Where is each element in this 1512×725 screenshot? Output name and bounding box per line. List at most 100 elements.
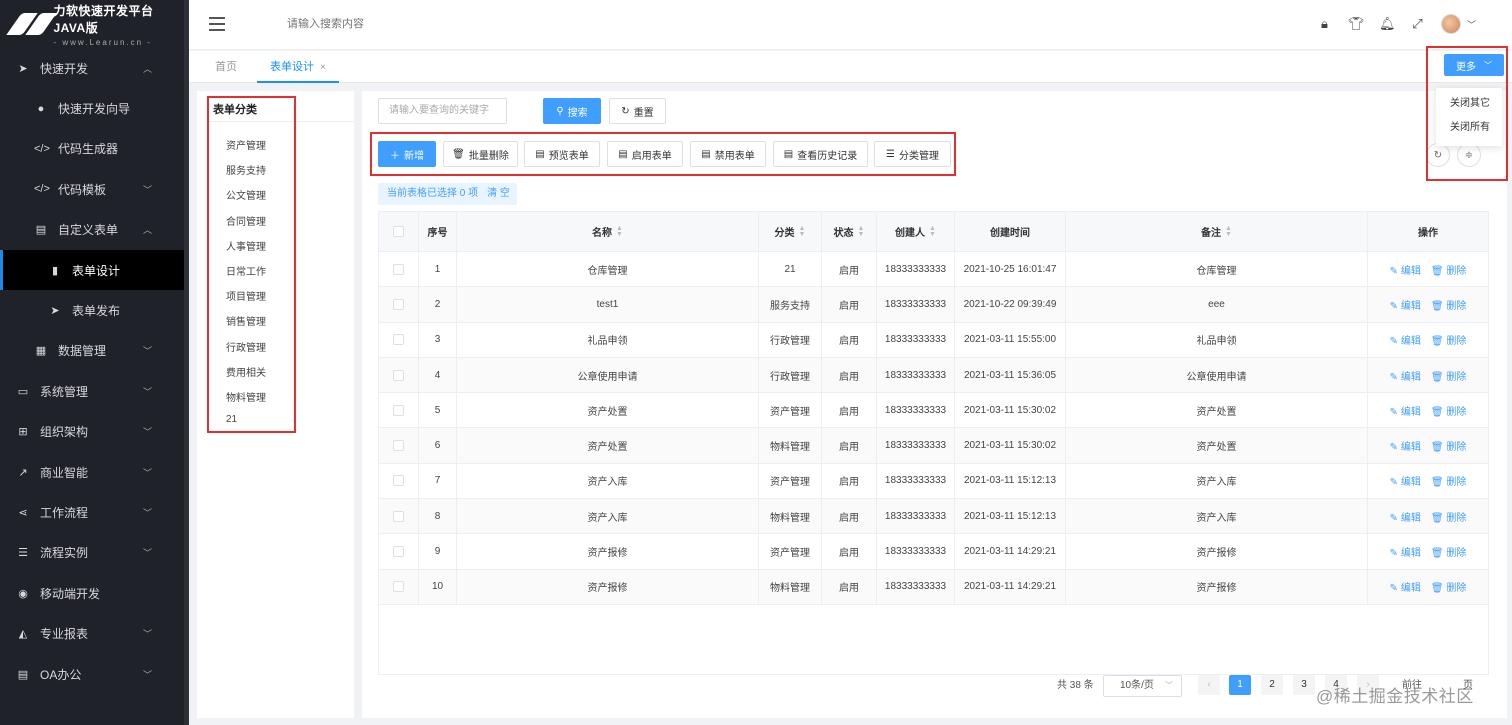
page-number-button[interactable]: 3 [1293,675,1315,695]
shirt-icon[interactable]: 👕︎ [1348,16,1365,32]
category-highlight-box [207,96,296,433]
close-others-item[interactable]: 关闭其它 [1436,92,1502,116]
sidebar-item[interactable]: ➤ 表单发布 [0,290,184,330]
keyword-input[interactable]: 请输入要查询的关键字 [378,98,507,124]
table-row[interactable]: 2 test1 服务支持 启用 18333333333 2021-10-22 09:39:… [379,287,1488,323]
row-checkbox[interactable] [393,298,404,310]
row-checkbox[interactable] [393,475,404,487]
sidebar-item[interactable]: ▤ OA办公 ﹀ [0,654,184,694]
header-created-time: 创建时间 [955,212,1066,251]
table-row[interactable]: 7 资产入库 资产管理 启用 18333333333 2021-03-11 15:12:1… [379,463,1488,500]
table-row[interactable]: 1 仓库管理 21 启用 18333333333 2021-10-25 16:01:47 仓… [379,252,1488,288]
table-row[interactable]: 3 礼品申领 行政管理 启用 18333333333 2021-03-11 15:55:0… [379,322,1488,358]
tab-form-design[interactable]: 表单设计 × [257,51,339,83]
batch-delete-button[interactable]: 🗑︎ 批量删除 [443,141,518,167]
delete-button[interactable]: 🗑︎ 删除 [1431,332,1466,347]
row-checkbox[interactable] [393,510,404,522]
sidebar-item[interactable]: ▤ 自定义表单 ︿ [0,210,184,250]
preview-form-button[interactable]: ▤ 预览表单 [524,141,600,167]
select-all-checkbox[interactable] [393,226,404,237]
table-row[interactable]: 8 资产入库 物料管理 启用 18333333333 2021-03-11 15:12:1… [379,499,1488,535]
delete-button[interactable]: 🗑︎ 删除 [1431,473,1466,488]
sidebar-item[interactable]: ↗ 商业智能 ﹀ [0,452,184,492]
delete-button[interactable]: 🗑︎ 删除 [1431,579,1466,594]
edit-button[interactable]: ✎ 编辑 [1390,262,1421,277]
header-remark[interactable]: 备注 ▲ ▼ [1066,212,1368,251]
sort-icon[interactable]: ▲ ▼ [858,225,865,238]
header-status[interactable]: 状态 ▲ ▼ [822,212,877,251]
delete-button[interactable]: 🗑︎ 删除 [1431,544,1466,559]
row-checkbox[interactable] [393,581,404,593]
sidebar-item[interactable]: ◭ 专业报表 ﹀ [0,613,184,653]
row-checkbox[interactable] [393,440,404,452]
page-number-button[interactable]: 2 [1261,675,1283,695]
chevron-down-icon[interactable]: ﹀ [1467,18,1476,31]
enable-form-button[interactable]: ▤ 启用表单 [607,141,683,167]
edit-button[interactable]: ✎ 编辑 [1390,332,1421,347]
avatar[interactable] [1440,14,1461,34]
sort-icon[interactable]: ▲ ▼ [799,225,806,238]
prev-page-button[interactable]: ‹ [1198,675,1220,695]
edit-button[interactable]: ✎ 编辑 [1390,368,1421,383]
more-button[interactable]: 更多 ﹀ [1444,54,1504,76]
edit-button[interactable]: ✎ 编辑 [1390,473,1421,488]
delete-button[interactable]: 🗑︎ 删除 [1431,509,1466,524]
lock-icon[interactable]: 🔒︎ [1317,16,1332,32]
edit-button[interactable]: ✎ 编辑 [1390,544,1421,559]
sidebar-item[interactable]: ▭ 系统管理 ﹀ [0,371,184,411]
disable-form-button[interactable]: ▤ 禁用表单 [690,141,766,167]
sort-icon[interactable]: ▲ ▼ [616,225,623,238]
table-row[interactable]: 5 资产处置 资产管理 启用 18333333333 2021-03-11 15:30:0… [379,393,1488,429]
edit-button[interactable]: ✎ 编辑 [1390,297,1421,312]
sort-icon[interactable]: ▲ ▼ [929,225,936,238]
edit-button[interactable]: ✎ 编辑 [1390,403,1421,418]
history-button[interactable]: ▤ 查看历史记录 [773,141,868,167]
clear-selection-link[interactable]: 清 空 [487,188,510,199]
sidebar-item[interactable]: ◉ 移动端开发 [0,573,184,613]
delete-button[interactable]: 🗑︎ 删除 [1431,297,1466,312]
edit-button[interactable]: ✎ 编辑 [1390,579,1421,594]
sidebar-item[interactable]: ☰ 流程实例 ﹀ [0,533,184,573]
global-search-input[interactable] [287,18,487,30]
reset-button[interactable]: ↻ 重置 [609,98,666,124]
row-checkbox[interactable] [393,334,404,346]
sidebar-item[interactable]: </> 代码生成器 [0,129,184,169]
sidebar-item[interactable]: ⊞ 组织架构 ﹀ [0,412,184,452]
edit-button[interactable]: ✎ 编辑 [1390,438,1421,453]
sidebar-item-label: 表单设计 [72,263,121,278]
header-name[interactable]: 名称 ▲ ▼ [457,212,759,251]
sidebar-item[interactable]: ● 快速开发向导 [0,88,184,128]
search-button[interactable]: ⚲ 搜索 [543,98,601,124]
delete-button[interactable]: 🗑︎ 删除 [1431,262,1466,277]
close-icon[interactable]: × [320,62,326,73]
sidebar-item[interactable]: ▮ 表单设计 [0,249,184,291]
table-row[interactable]: 9 资产报修 资产管理 启用 18333333333 2021-03-11 14:29:2… [379,534,1488,570]
add-button[interactable]: ＋新增 [378,141,436,167]
bell-icon[interactable]: 🔔︎ [1379,16,1396,32]
page-number-button[interactable]: 1 [1229,675,1251,695]
page-size-select[interactable]: 10条/页 ﹀ [1103,675,1182,697]
sidebar-item[interactable]: </> 代码模板 ﹀ [0,169,184,209]
sidebar-item[interactable]: ➤ 快速开发 ︿ [0,48,184,88]
edit-button[interactable]: ✎ 编辑 [1390,509,1421,524]
delete-button[interactable]: 🗑︎ 删除 [1431,438,1466,453]
row-checkbox[interactable] [393,369,404,381]
delete-button[interactable]: 🗑︎ 删除 [1431,403,1466,418]
sort-icon[interactable]: ▲ ▼ [1225,225,1232,238]
header-creator[interactable]: 创建人 ▲ ▼ [877,212,955,251]
category-manage-button[interactable]: ☰ 分类管理 [874,141,951,167]
row-checkbox[interactable] [393,404,404,416]
row-checkbox[interactable] [393,546,404,558]
sidebar-item[interactable]: ⋖ 工作流程 ﹀ [0,492,184,532]
close-all-item[interactable]: 关闭所有 [1436,116,1502,140]
header-category[interactable]: 分类 ▲ ▼ [759,212,822,251]
table-row[interactable]: 6 资产处置 物料管理 启用 18333333333 2021-03-11 15:30:0… [379,428,1488,464]
row-checkbox[interactable] [393,263,404,275]
sidebar-item[interactable]: ▦ 数据管理 ﹀ [0,331,184,371]
table-row[interactable]: 10 资产报修 物料管理 启用 18333333333 2021-03-11 14:29:… [379,569,1488,605]
delete-button[interactable]: 🗑︎ 删除 [1431,368,1466,383]
tab-home[interactable]: 首页 [215,51,237,83]
fullscreen-icon[interactable]: ⤢ [1410,16,1425,32]
menu-toggle-icon[interactable] [209,17,225,31]
table-row[interactable]: 4 公章使用申请 行政管理 启用 18333333333 2021-03-11 15:36… [379,357,1488,394]
